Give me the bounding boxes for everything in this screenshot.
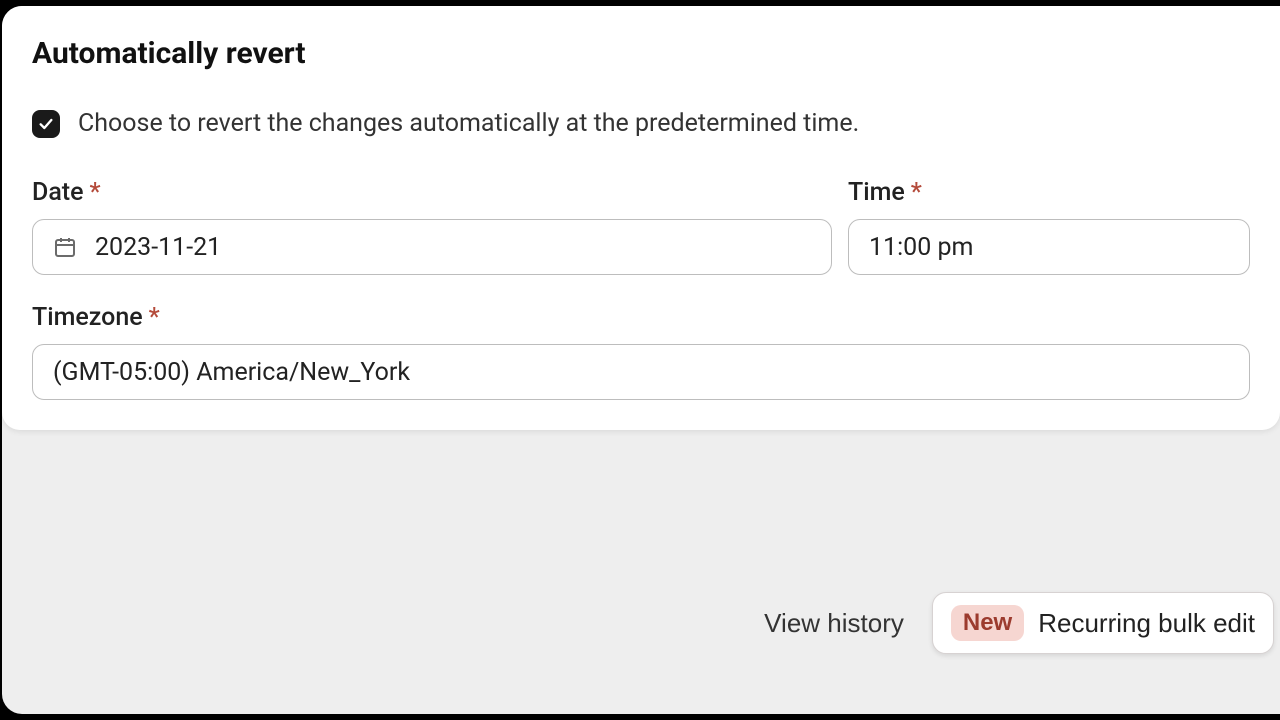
recurring-bulk-edit-label: Recurring bulk edit: [1038, 608, 1255, 639]
auto-revert-checkbox[interactable]: [32, 110, 60, 138]
recurring-bulk-edit-button[interactable]: New Recurring bulk edit: [932, 592, 1274, 654]
timezone-label: Timezone*: [32, 303, 1250, 332]
date-label-text: Date: [32, 178, 84, 207]
calendar-icon: [53, 235, 77, 259]
check-icon: [38, 116, 54, 132]
date-time-row: Date* 2023-11-21 Time* 11:00 pm: [32, 178, 1250, 275]
footer-actions: View history New Recurring bulk edit: [764, 592, 1280, 654]
time-label: Time*: [848, 178, 1250, 207]
time-label-text: Time: [848, 178, 905, 207]
date-input[interactable]: 2023-11-21: [32, 219, 832, 275]
viewport: Automatically revert Choose to revert th…: [0, 0, 1280, 720]
time-value: 11:00 pm: [869, 233, 973, 262]
date-field: Date* 2023-11-21: [32, 178, 832, 275]
date-value: 2023-11-21: [95, 233, 221, 262]
app-surface: Automatically revert Choose to revert th…: [2, 6, 1280, 714]
auto-revert-card: Automatically revert Choose to revert th…: [2, 6, 1280, 430]
timezone-field: Timezone* (GMT-05:00) America/New_York: [32, 303, 1250, 400]
required-marker: *: [90, 178, 101, 207]
auto-revert-checkbox-row[interactable]: Choose to revert the changes automatical…: [32, 109, 1250, 138]
view-history-button[interactable]: View history: [764, 608, 904, 639]
timezone-input[interactable]: (GMT-05:00) America/New_York: [32, 344, 1250, 400]
timezone-value: (GMT-05:00) America/New_York: [53, 358, 410, 387]
required-marker: *: [911, 178, 922, 207]
required-marker: *: [149, 303, 160, 332]
time-input[interactable]: 11:00 pm: [848, 219, 1250, 275]
timezone-label-text: Timezone: [32, 303, 143, 332]
new-badge: New: [951, 605, 1024, 641]
time-field: Time* 11:00 pm: [848, 178, 1250, 275]
section-title: Automatically revert: [32, 36, 1250, 71]
auto-revert-checkbox-label: Choose to revert the changes automatical…: [78, 109, 859, 138]
date-label: Date*: [32, 178, 832, 207]
